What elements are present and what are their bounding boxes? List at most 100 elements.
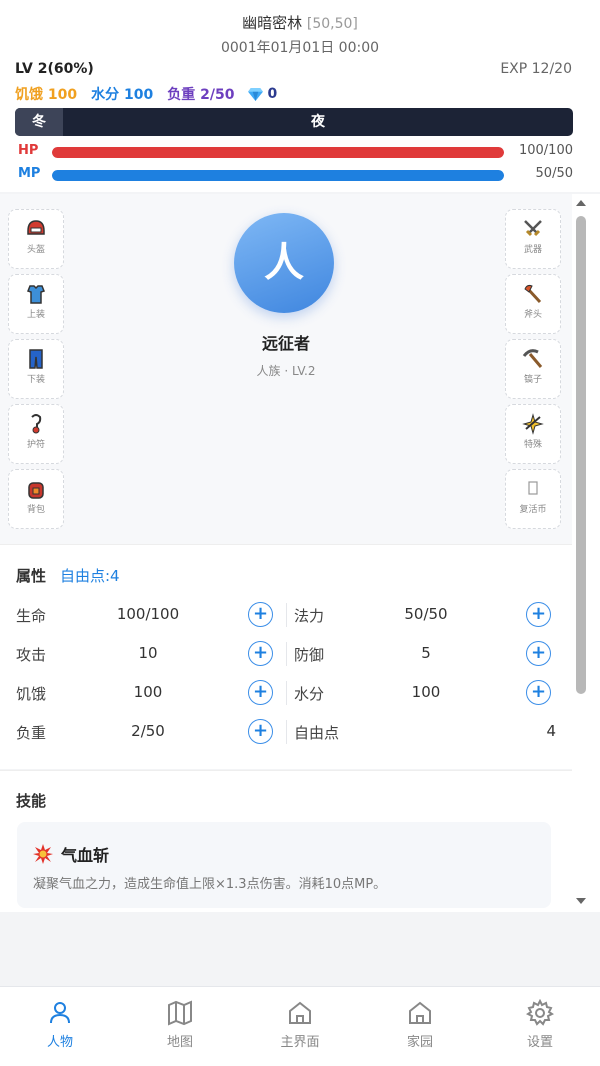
divider — [286, 720, 287, 744]
equip-slot-weapon[interactable]: 武器 — [505, 209, 561, 269]
attributes-panel: 属性 自由点:4 生命 100/100 + 法力 50/50 + 攻击 10 +… — [0, 544, 572, 769]
add-point-button[interactable]: + — [248, 602, 273, 627]
attr-value: 5 — [421, 644, 431, 662]
location-coords: [50,50] — [306, 16, 358, 32]
nav-item-character[interactable]: 人物 — [0, 987, 120, 1066]
equip-slot-amulet[interactable]: 护符 — [8, 404, 64, 464]
nav-label: 家园 — [406, 1035, 433, 1050]
add-point-button[interactable]: + — [248, 641, 273, 666]
gem-count: 0 — [267, 86, 278, 102]
scroll-down-arrow-icon[interactable] — [576, 898, 586, 904]
axe-icon — [522, 283, 544, 305]
gem-stat: 0 — [248, 86, 277, 102]
attribute-row: 负重 2/50 + 自由点 4 — [16, 717, 556, 747]
hp-bar-track — [52, 147, 504, 158]
attr-name: 法力 — [294, 607, 325, 625]
equip-slot-helmet[interactable]: 头盔 — [8, 209, 64, 269]
divider — [286, 642, 287, 666]
character-subtitle: 人族 · LV.2 — [256, 364, 316, 378]
hp-bar-row: HP 100/100 — [18, 143, 573, 161]
equip-slot-special[interactable]: 特殊 — [505, 404, 561, 464]
attribute-row: 攻击 10 + 防御 5 + — [16, 639, 556, 669]
mp-bar-row: MP 50/50 — [18, 166, 573, 184]
attributes-title: 属性 — [16, 567, 47, 585]
attr-value: 100 — [411, 683, 441, 701]
nav-label: 主界面 — [280, 1035, 320, 1050]
attr-value: 100/100 — [116, 605, 180, 623]
character-name: 远征者 — [261, 334, 310, 353]
coin-slot-icon — [522, 478, 544, 500]
bottom-nav: 人物 地图 主界面 家园 设置 — [0, 986, 600, 1066]
attr-name: 生命 — [16, 607, 47, 625]
skill-name: 气血斩 — [61, 846, 110, 865]
location-name: 幽暗密林 — [242, 14, 303, 32]
gear-icon — [526, 999, 554, 1026]
attr-name: 自由点 — [294, 724, 340, 742]
nav-item-homestead[interactable]: 家园 — [360, 987, 480, 1066]
backpack-icon — [25, 478, 47, 500]
divider — [286, 603, 287, 627]
add-point-button[interactable]: + — [248, 719, 273, 744]
attr-name: 饥饿 — [16, 685, 47, 703]
crossed-swords-icon — [522, 218, 544, 240]
hp-value: 100/100 — [518, 143, 573, 158]
skills-panel: 技能 气血斩 凝聚气血之力，造成生命值上限×1.3点伤害。消耗10点MP。 — [0, 770, 572, 912]
add-point-button[interactable]: + — [526, 602, 551, 627]
status-header: 幽暗密林 [50,50] 0001年01月01日 00:00 LV 2(60%)… — [0, 0, 600, 192]
hp-bar-fill — [52, 147, 504, 158]
top-armor-icon — [25, 283, 47, 305]
equipment-panel: 头盔 上装 下装 护符 背包 武器 斧头 镐子 特殊 复活币 人 远征者 人族 … — [0, 194, 572, 544]
scroll-up-arrow-icon[interactable] — [576, 200, 586, 206]
hp-label: HP — [18, 143, 39, 158]
map-icon — [168, 1000, 192, 1026]
nav-label: 人物 — [46, 1035, 73, 1050]
sparkle-icon — [522, 413, 544, 435]
skill-name-row: 气血斩 — [33, 842, 109, 866]
equip-slot-backpack[interactable]: 背包 — [8, 469, 64, 529]
add-point-button[interactable]: + — [248, 680, 273, 705]
main-scroll-area[interactable]: 头盔 上装 下装 护符 背包 武器 斧头 镐子 特殊 复活币 人 远征者 人族 … — [0, 194, 600, 912]
attr-value: 50/50 — [404, 605, 448, 623]
attr-name: 攻击 — [16, 646, 47, 664]
home-icon — [409, 1001, 431, 1024]
equip-slot-label: 斧头 — [523, 310, 542, 320]
attr-value: 10 — [138, 644, 158, 662]
helmet-icon — [25, 218, 47, 240]
nav-item-main[interactable]: 主界面 — [240, 987, 360, 1066]
game-datetime: 0001年01月01日 00:00 — [220, 40, 380, 56]
vertical-scrollbar[interactable] — [572, 194, 600, 912]
equip-slot-top[interactable]: 上装 — [8, 274, 64, 334]
equip-slot-revive-coin[interactable]: 复活币 — [505, 469, 561, 529]
season-label: 冬 — [15, 108, 63, 136]
equip-slot-label: 上装 — [26, 310, 45, 320]
free-points-label: 自由点:4 — [60, 567, 120, 585]
equip-slot-label: 背包 — [26, 505, 45, 515]
survival-stats: 饥饿 100 水分 100 负重 2/50 0 — [15, 84, 277, 104]
mp-bar-fill — [52, 170, 504, 181]
mp-label: MP — [18, 166, 41, 181]
nav-label: 地图 — [166, 1035, 193, 1050]
equip-slot-label: 护符 — [26, 440, 45, 450]
skill-card[interactable]: 气血斩 凝聚气血之力，造成生命值上限×1.3点伤害。消耗10点MP。 — [17, 822, 551, 908]
character-avatar[interactable]: 人 — [234, 213, 334, 313]
nav-item-settings[interactable]: 设置 — [480, 987, 600, 1066]
amulet-icon — [25, 413, 47, 435]
attr-value: 4 — [546, 722, 556, 740]
equip-slot-label: 头盔 — [26, 245, 45, 255]
hunger-stat: 饥饿 100 — [15, 87, 78, 103]
nav-item-map[interactable]: 地图 — [120, 987, 240, 1066]
attr-name: 负重 — [16, 724, 47, 742]
scrollbar-thumb[interactable] — [576, 216, 586, 694]
divider — [286, 681, 287, 705]
load-stat: 负重 2/50 — [167, 87, 235, 103]
add-point-button[interactable]: + — [526, 641, 551, 666]
exp-label: EXP 12/20 — [500, 61, 572, 77]
season-bar: 冬 夜 — [15, 108, 573, 136]
equip-slot-axe[interactable]: 斧头 — [505, 274, 561, 334]
equip-slot-label: 武器 — [523, 245, 542, 255]
explosion-icon — [33, 844, 53, 864]
attr-name: 防御 — [294, 646, 325, 664]
add-point-button[interactable]: + — [526, 680, 551, 705]
mp-value: 50/50 — [535, 166, 573, 181]
mp-bar-track — [52, 170, 504, 181]
